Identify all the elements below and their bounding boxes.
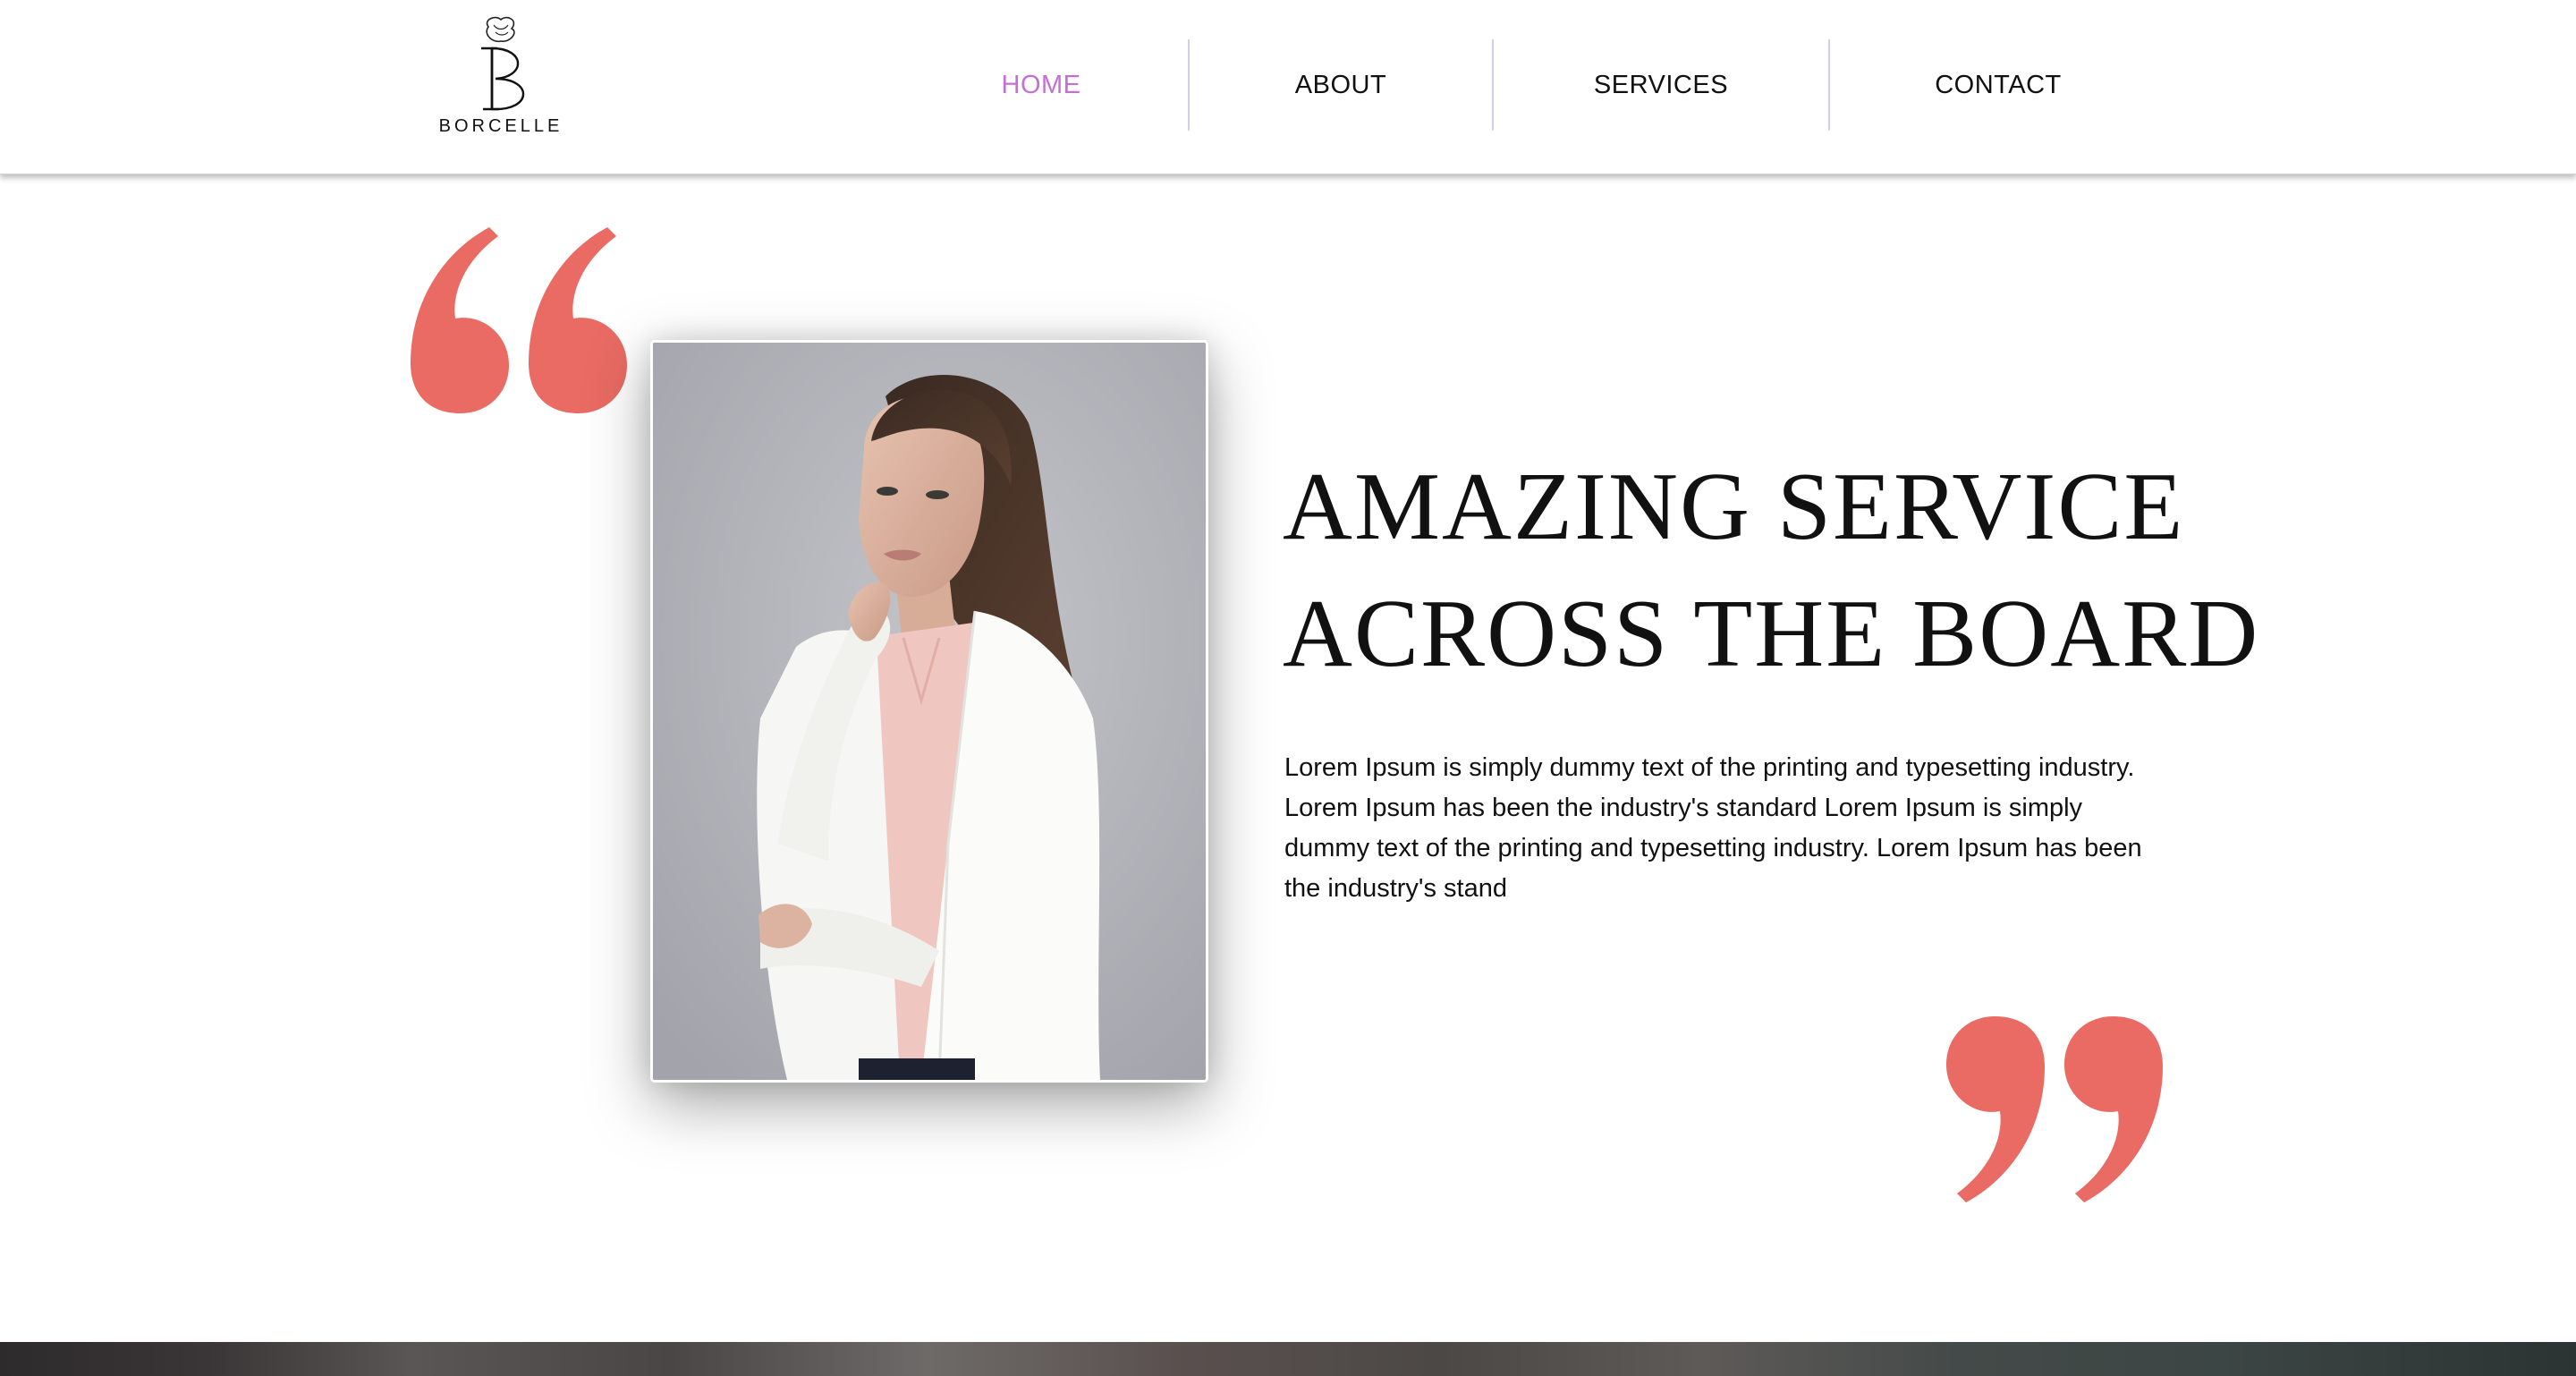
logo-link[interactable]: BORCELLE (429, 13, 572, 138)
nav-item-services[interactable]: SERVICES (1494, 39, 1828, 131)
portrait-image (653, 343, 1206, 1080)
page: BORCELLE HOME ABOUT SERVICES CONTACT AMA… (0, 0, 2576, 1376)
logo-text: BORCELLE (438, 116, 564, 136)
close-quote-icon (1946, 1016, 2163, 1202)
rose-monogram-logo-icon (481, 16, 525, 111)
nav-item-about[interactable]: ABOUT (1190, 39, 1492, 131)
headline-line-1: AMAZING SERVICE (1283, 454, 2185, 560)
nav-item-home[interactable]: HOME (894, 39, 1188, 131)
body-paragraph: Lorem Ipsum is simply dummy text of the … (1284, 753, 2142, 903)
next-section-preview (0, 1342, 2576, 1376)
headline-line-2: ACROSS THE BOARD (1283, 581, 2260, 687)
page-title: AMAZING SERVICE ACROSS THE BOARD (1283, 444, 2267, 698)
portrait-photo (650, 340, 1208, 1083)
site-header: BORCELLE HOME ABOUT SERVICES CONTACT (0, 0, 2576, 174)
open-quote-icon (411, 227, 627, 413)
nav-item-contact[interactable]: CONTACT (1830, 39, 2166, 131)
main-nav: HOME ABOUT SERVICES CONTACT (894, 39, 2166, 131)
